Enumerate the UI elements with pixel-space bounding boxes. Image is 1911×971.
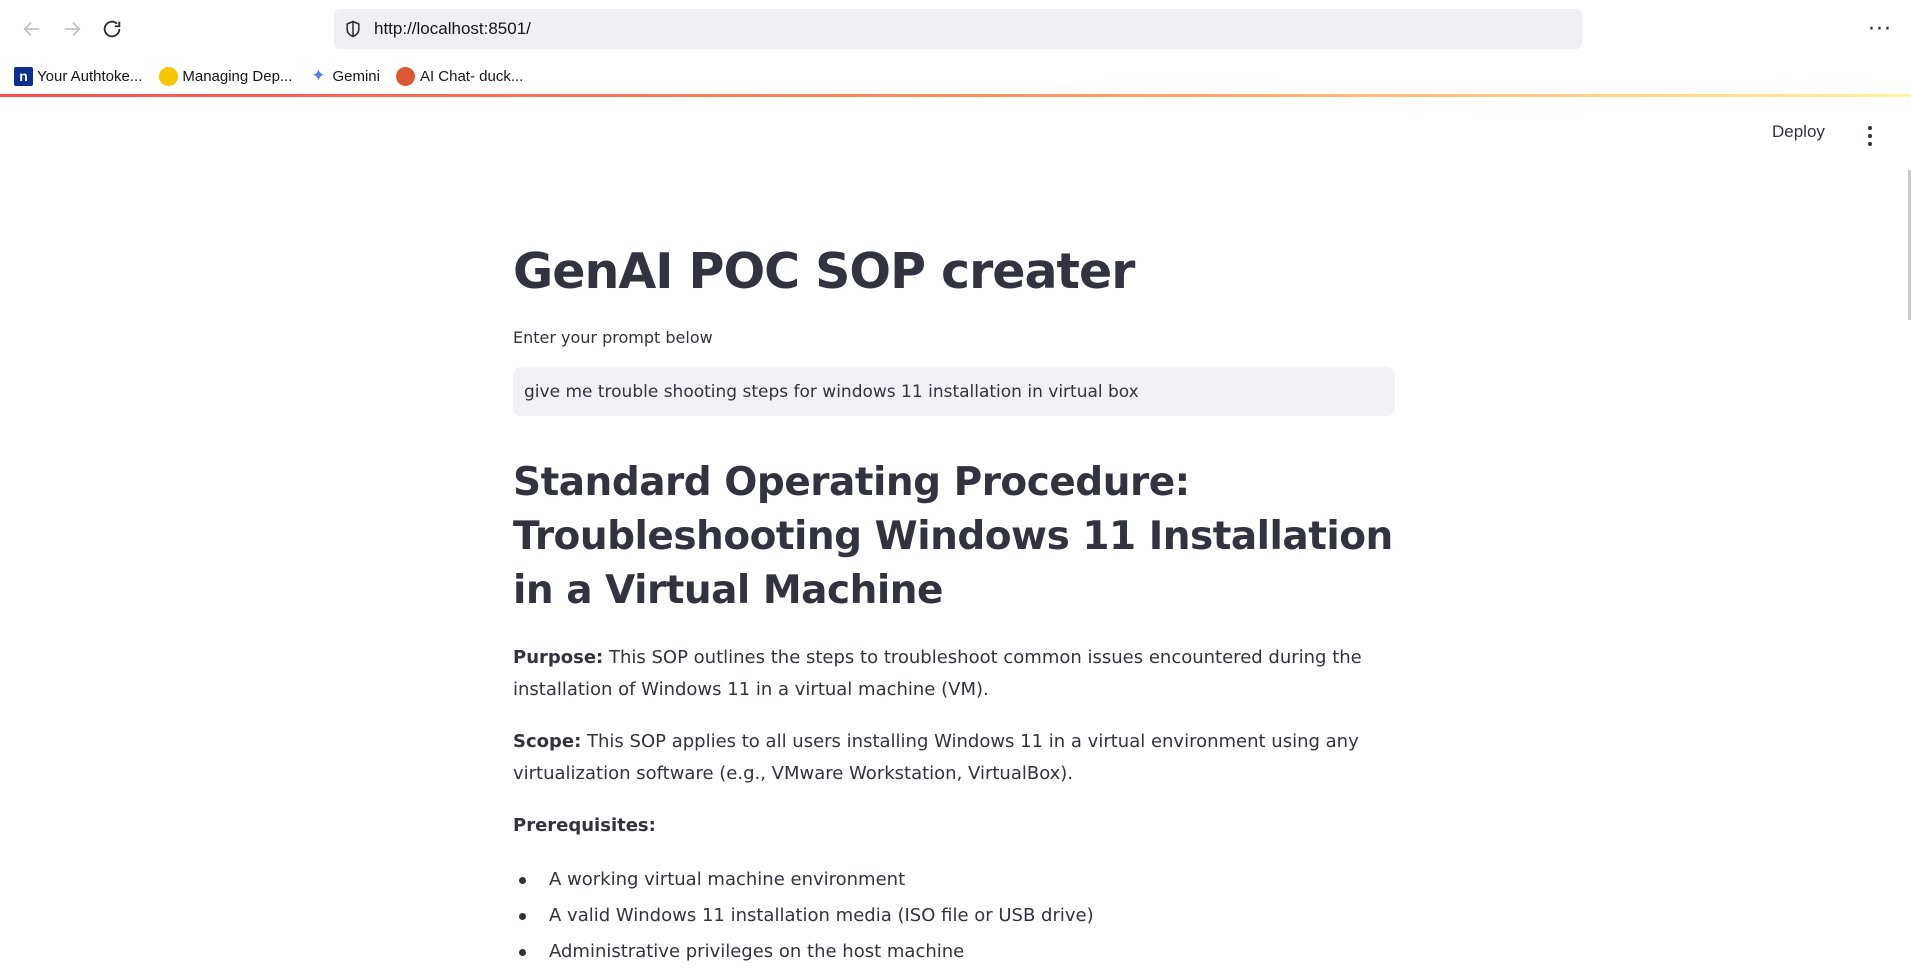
bookmark-managing[interactable]: Managing Dep... [158, 66, 292, 86]
sop-heading: Standard Operating Procedure: Troublesho… [513, 460, 1393, 613]
scope-label: Scope: [513, 731, 582, 752]
scope-paragraph: Scope: This SOP applies to all users ins… [513, 726, 1395, 790]
bookmark-gemini[interactable]: ✦ Gemini [308, 66, 380, 86]
reload-button[interactable] [96, 13, 128, 45]
managing-icon [158, 66, 178, 86]
prerequisites-label: Prerequisites: [513, 815, 656, 836]
browser-menu-button[interactable]: ··· [1865, 14, 1895, 44]
back-button[interactable] [16, 13, 48, 45]
main-content: GenAI POC SOP creater Enter your prompt … [513, 230, 1395, 970]
dot-icon [1868, 142, 1872, 146]
bookmarks-bar: n Your Authtoke... Managing Dep... ✦ Gem… [0, 58, 1911, 94]
purpose-paragraph: Purpose: This SOP outlines the steps to … [513, 642, 1395, 706]
arrow-right-icon [64, 21, 81, 37]
list-item: A working virtual machine environment [513, 862, 1395, 898]
address-bar[interactable]: http://localhost:8501/ [334, 9, 1582, 49]
forward-button[interactable] [56, 13, 88, 45]
dot-icon [1868, 134, 1872, 138]
prompt-input[interactable] [513, 367, 1395, 416]
list-item: A valid Windows 11 installation media (I… [513, 898, 1395, 934]
bookmark-label: Gemini [332, 67, 380, 85]
browser-toolbar: http://localhost:8501/ ··· [0, 0, 1911, 58]
gemini-icon: ✦ [311, 66, 326, 85]
deploy-button[interactable]: Deploy [1772, 122, 1825, 142]
duckduckgo-icon [396, 66, 416, 86]
app-header [0, 97, 1911, 177]
url-text[interactable]: http://localhost:8501/ [374, 19, 531, 39]
bookmark-authtoken[interactable]: n Your Authtoke... [14, 66, 143, 86]
dot-icon [1868, 126, 1872, 130]
prompt-label: Enter your prompt below [513, 328, 713, 347]
prerequisites-list: A working virtual machine environment A … [513, 862, 1395, 970]
scope-text: This SOP applies to all users installing… [513, 731, 1359, 784]
purpose-text: This SOP outlines the steps to troublesh… [513, 647, 1362, 700]
main-menu-button[interactable] [1860, 124, 1880, 148]
notion-icon: n [14, 66, 33, 86]
page-title: GenAI POC SOP creater [513, 243, 1135, 300]
reload-icon [103, 20, 121, 38]
purpose-label: Purpose: [513, 647, 604, 668]
bookmark-label: Managing Dep... [182, 67, 293, 85]
arrow-left-icon [23, 21, 40, 37]
bookmark-label: AI Chat- duck... [419, 67, 524, 85]
bookmark-duckduckgo[interactable]: AI Chat- duck... [396, 66, 523, 86]
bookmark-label: Your Authtoke... [37, 67, 143, 85]
list-item: Administrative privileges on the host ma… [513, 934, 1395, 970]
shield-icon[interactable] [342, 18, 364, 40]
